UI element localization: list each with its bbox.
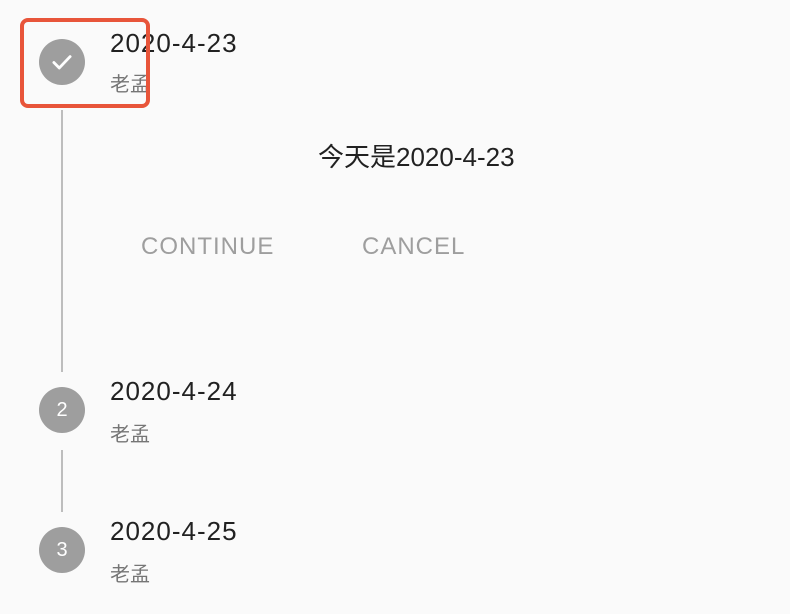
step-1-content-text: 今天是2020-4-23: [318, 142, 515, 172]
vertical-stepper: 2020-4-23 老孟 今天是2020-4-23 CONTINUE CANCE…: [0, 0, 790, 614]
step-connector-1: [61, 110, 63, 372]
step-2-title[interactable]: 2020-4-24: [110, 376, 238, 407]
step-3-title[interactable]: 2020-4-25: [110, 516, 238, 547]
step-3-subtitle: 老孟: [110, 564, 150, 586]
step-connector-2: [61, 450, 63, 512]
cancel-button[interactable]: CANCEL: [362, 233, 465, 261]
continue-button[interactable]: CONTINUE: [141, 233, 274, 261]
step-3-indicator[interactable]: 3: [39, 527, 85, 573]
step-2-subtitle: 老孟: [110, 424, 150, 446]
highlight-annotation: [20, 18, 150, 108]
step-2-indicator[interactable]: 2: [39, 387, 85, 433]
